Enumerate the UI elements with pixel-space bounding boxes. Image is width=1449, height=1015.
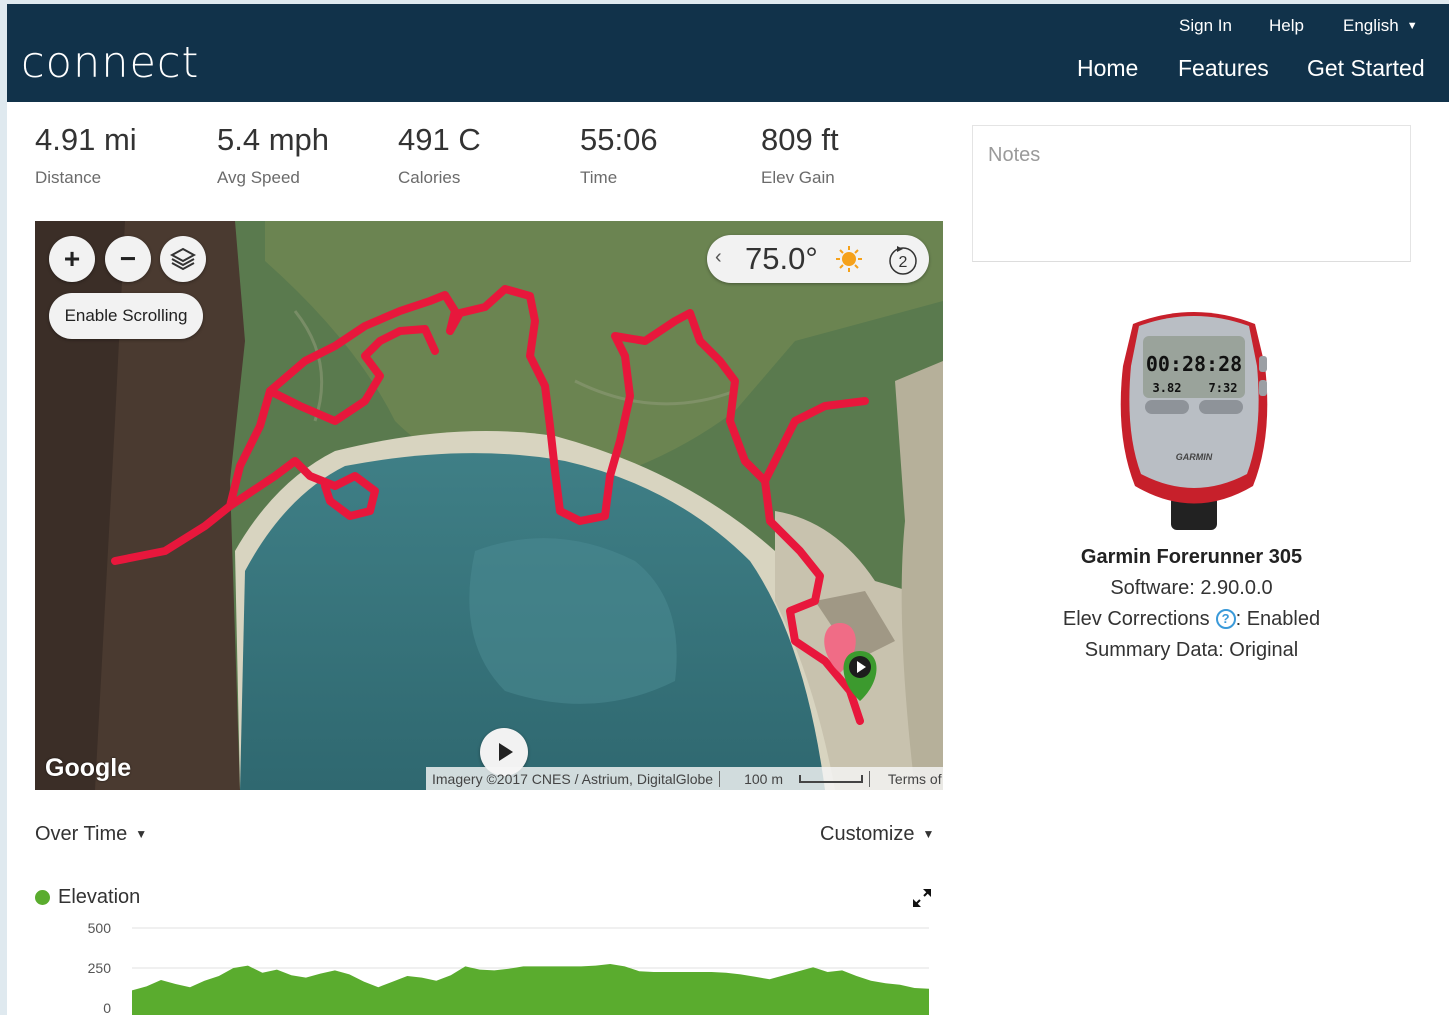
temperature: 75.0°: [745, 241, 818, 276]
y-tick-label: 500: [88, 920, 112, 936]
stat-label: Distance: [35, 168, 102, 187]
y-tick-label: 250: [88, 960, 112, 976]
device-summary-data: Summary Data: Original: [1084, 639, 1299, 661]
over-time-dropdown[interactable]: Over Time ▼: [35, 823, 147, 846]
elevation-area: [132, 964, 929, 1015]
stat-time: 55:06 Time: [580, 122, 658, 188]
expand-icon[interactable]: [911, 887, 933, 909]
stat-elev-gain: 809 ft Elev Gain: [761, 122, 839, 188]
zoom-in-button[interactable]: +: [49, 236, 95, 282]
device-image: 00:28:28 3.82 7:32 GARMIN: [1120, 312, 1268, 530]
device-screen-pace: 7:32: [1209, 381, 1238, 395]
language-selector[interactable]: English ▼: [1343, 16, 1418, 36]
caret-down-icon: ▼: [1406, 20, 1418, 32]
help-icon[interactable]: ?: [1215, 609, 1236, 629]
sun-icon: [836, 246, 862, 272]
caret-down-icon: ▼: [135, 827, 148, 841]
device-elev-corrections: Elev Corrections?: Enabled: [972, 608, 1411, 631]
stat-label: Elev Gain: [761, 168, 835, 187]
layers-icon: [170, 247, 196, 271]
nav-features[interactable]: Features: [1178, 55, 1269, 82]
over-time-label: Over Time: [35, 823, 128, 845]
caret-down-icon: ▼: [922, 827, 935, 841]
top-navbar: connect Sign In Help English ▼ Home Featu…: [7, 4, 1449, 102]
y-tick-label: 0: [103, 1000, 111, 1015]
stat-distance: 4.91 mi Distance: [35, 122, 137, 188]
notes-placeholder: Notes: [988, 144, 1041, 166]
connect-logo[interactable]: connect: [21, 38, 199, 88]
google-logo: Google: [45, 754, 132, 782]
elev-corrections-label: Elev Corrections: [1062, 608, 1210, 630]
zoom-out-button[interactable]: −: [105, 236, 151, 282]
customize-dropdown[interactable]: Customize ▼: [820, 823, 934, 846]
stat-value: 809 ft: [761, 122, 839, 157]
customize-label: Customize: [820, 823, 915, 845]
device-software: Software: 2.90.0.0: [1110, 577, 1273, 599]
map-attribution: Imagery ©2017 CNES / Astrium, DigitalGlo…: [426, 767, 943, 790]
scale-label: 100 m: [744, 770, 784, 787]
enable-scrolling-button[interactable]: Enable Scrolling: [49, 293, 203, 339]
wind-direction-icon: 2: [889, 246, 917, 275]
stat-label: Time: [580, 168, 618, 187]
map-layers-button[interactable]: [160, 236, 206, 282]
stat-avg-speed: 5.4 mph Avg Speed: [217, 122, 329, 188]
wind-speed: 2: [899, 254, 908, 271]
map-scale: 100 m: [732, 771, 869, 787]
stat-calories: 491 C Calories: [398, 122, 481, 188]
sign-in-link[interactable]: Sign In: [1179, 16, 1232, 36]
stat-value: 5.4 mph: [217, 122, 330, 157]
elev-corrections-value: : Enabled: [1235, 608, 1321, 630]
nav-get-started[interactable]: Get Started: [1307, 55, 1425, 82]
stat-value: 55:06: [580, 122, 658, 157]
language-label: English: [1343, 16, 1399, 35]
notes-field[interactable]: Notes: [972, 125, 1411, 262]
device-name: Garmin Forerunner 305: [1080, 546, 1303, 568]
help-link[interactable]: Help: [1269, 16, 1304, 36]
legend-swatch: [35, 890, 50, 905]
stat-value: 4.91 mi: [35, 122, 137, 157]
stat-label: Avg Speed: [217, 168, 300, 187]
minus-icon: −: [119, 243, 137, 274]
chart-legend[interactable]: Elevation: [35, 886, 140, 909]
terms-of-use-link[interactable]: Terms of Use: [882, 771, 943, 787]
plus-icon: +: [63, 243, 81, 274]
chevron-left-icon[interactable]: ‹: [715, 246, 722, 269]
imagery-credit: Imagery ©2017 CNES / Astrium, DigitalGlo…: [432, 770, 714, 787]
scale-bar-icon: [798, 774, 863, 783]
nav-home[interactable]: Home: [1077, 55, 1138, 82]
page: connect Sign In Help English ▼ Home Featu…: [7, 4, 1449, 1015]
activity-map[interactable]: + − Enable Scrolling ‹ 75.0° 2 Google Im…: [35, 221, 943, 790]
stat-label: Calories: [398, 168, 461, 187]
device-screen-time: 00:28:28: [1146, 352, 1242, 376]
legend-label: Elevation: [58, 886, 141, 908]
device-screen-distance: 3.82: [1153, 381, 1182, 395]
device-brand: GARMIN: [1176, 452, 1213, 462]
elevation-chart: 500 250 0: [88, 920, 929, 1015]
weather-widget: ‹ 75.0° 2: [707, 235, 929, 283]
stat-value: 491 C: [398, 122, 481, 157]
